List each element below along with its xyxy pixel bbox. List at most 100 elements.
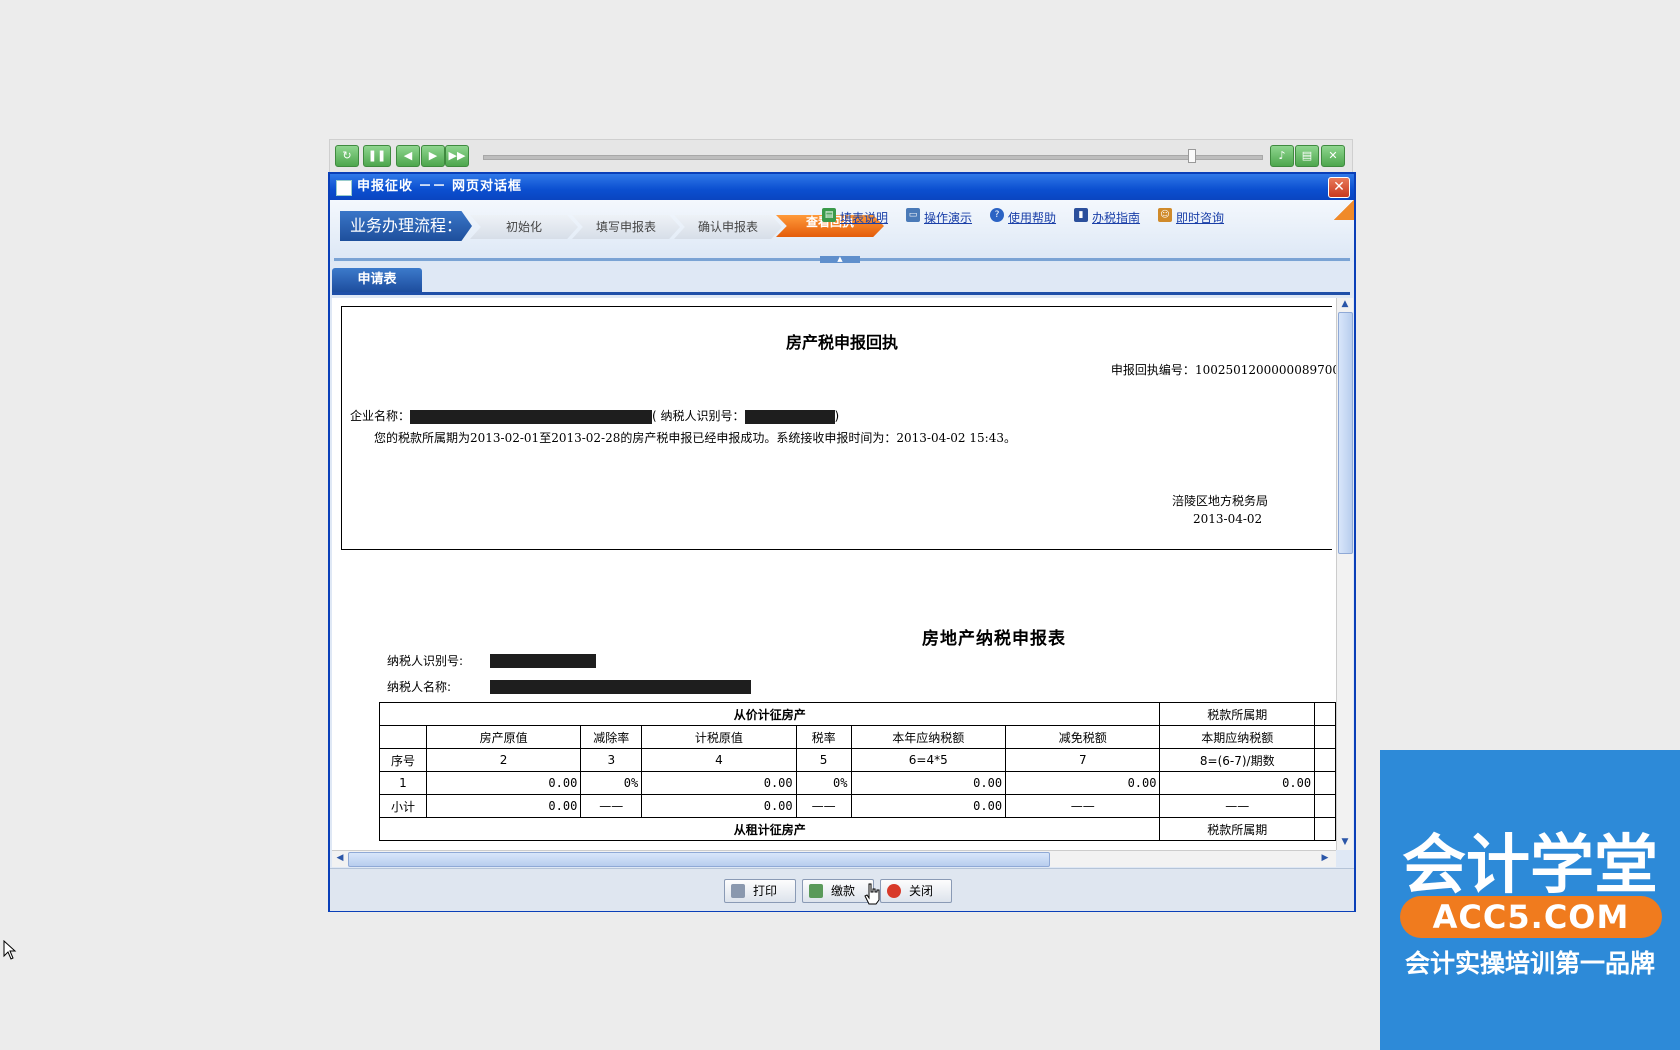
pay-button-label: 缴款 <box>831 884 856 898</box>
receipt-title: 房产税申报回执 <box>785 333 898 352</box>
flow-step-init[interactable]: 初始化 <box>470 215 578 239</box>
redacted-form-taxpayer-name <box>490 680 751 694</box>
table-cell: 小计 <box>379 794 427 818</box>
company-label: 企业名称： <box>350 409 411 423</box>
table-cell: 0.00 <box>850 771 1007 795</box>
table-cell: 2 <box>425 748 582 772</box>
close-button-label: 关闭 <box>909 884 934 898</box>
seq-header: 序号 <box>379 748 427 772</box>
prev-icon[interactable]: ◀ <box>396 145 420 167</box>
table-cell: —— <box>1159 794 1316 818</box>
payment-icon <box>809 884 823 898</box>
vertical-scrollbar[interactable]: ▲ ▼ <box>1336 298 1353 850</box>
print-button[interactable]: 打印 <box>724 879 796 903</box>
table-cell: 5 <box>795 748 852 772</box>
brand-watermark: 会计学堂 ACC5.COM 会计实操培训第一品牌 <box>1380 750 1680 1050</box>
next-icon[interactable]: ▶ <box>421 145 445 167</box>
form-taxpayer-id-label: 纳税人识别号: <box>387 654 464 668</box>
table-cell: —— <box>580 794 643 818</box>
watermark-site: ACC5.COM <box>1400 896 1662 938</box>
help-link-tax-guide[interactable]: 办税指南 <box>1092 209 1140 226</box>
close-icon[interactable]: ✕ <box>1321 145 1345 167</box>
table-cell: 1 <box>379 771 427 795</box>
table-row: 房产原值 减除率 计税原值 税率 本年应纳税额 减免税额 本期应纳税额 <box>379 725 1336 749</box>
player-toolbar: ↻ ❚❚ ◀ ▶ ▶▶ ♪ ▤ ✕ <box>329 139 1353 173</box>
period-header: 税款所属期 <box>1159 702 1316 726</box>
content-scroll-area[interactable]: 房产税申报回执 申报回执编号：1002501200000089700 企业名称：… <box>332 298 1336 850</box>
pause-icon[interactable]: ❚❚ <box>363 145 391 167</box>
table-row: 从价计征房产 税款所属期 <box>378 702 1336 726</box>
button-bar: 打印 缴款 关闭 <box>330 868 1354 911</box>
flow-step-fill[interactable]: 填写申报表 <box>572 215 680 239</box>
help-link-form-guide[interactable]: 填表说明 <box>840 209 888 226</box>
taxpayer-id-label: ( 纳税人识别号： <box>652 409 745 423</box>
table-cell: 0% <box>580 771 643 795</box>
column-header: 本年应纳税额 <box>850 725 1007 749</box>
column-header: 计税原值 <box>641 725 797 749</box>
replay-icon[interactable]: ↻ <box>335 145 359 167</box>
receipt-date: 2013-04-02 <box>1193 512 1263 526</box>
table-cell: 0.00 <box>425 794 582 818</box>
player-progress-track[interactable] <box>483 155 1263 160</box>
section-header-ad-valorem: 从价计征房产 <box>378 702 1161 726</box>
chat-icon: ☺ <box>1158 208 1172 222</box>
help-icon: ? <box>990 208 1004 222</box>
tax-bureau: 涪陵区地方税务局 <box>1172 494 1269 508</box>
table-cell: 4 <box>641 748 797 772</box>
receipt-number-label: 申报回执编号： <box>1110 363 1195 377</box>
help-link-consult[interactable]: 即时咨询 <box>1176 209 1224 226</box>
table-cell: 0% <box>795 771 852 795</box>
hand-cursor-icon <box>864 883 880 905</box>
table-cell: 6=4*5 <box>850 748 1007 772</box>
scroll-up-icon[interactable]: ▲ <box>1338 298 1352 311</box>
horizontal-scroll-thumb[interactable] <box>348 852 1050 867</box>
receipt-number: 申报回执编号：1002501200000089700 <box>1111 361 1336 378</box>
declaration-receipt: 房产税申报回执 申报回执编号：1002501200000089700 企业名称：… <box>341 306 1336 550</box>
player-progress-thumb[interactable] <box>1188 149 1196 163</box>
period-header-2: 税款所属期 <box>1159 817 1316 841</box>
collapse-handle[interactable]: ▲ <box>820 256 860 263</box>
dialog-titlebar: 申报征收 －－ 网页对话框 ✕ <box>330 174 1354 200</box>
column-header: 减除率 <box>580 725 643 749</box>
table-row: 小计 0.00 —— 0.00 —— 0.00 —— —— <box>379 794 1336 818</box>
table-cell: 0.00 <box>425 771 582 795</box>
table-cell: 0.00 <box>850 794 1007 818</box>
table-cell: 0.00 <box>641 794 797 818</box>
dialog-title: 申报征收 －－ 网页对话框 <box>357 179 523 194</box>
demo-icon: ▭ <box>906 208 920 222</box>
watermark-title: 会计学堂 <box>1402 829 1658 903</box>
dialog-close-button[interactable]: ✕ <box>1328 177 1350 198</box>
print-button-label: 打印 <box>753 884 778 898</box>
fast-forward-icon[interactable]: ▶▶ <box>445 145 469 167</box>
help-link-demo[interactable]: 操作演示 <box>924 209 972 226</box>
table-row: 从租计征房产 税款所属期 <box>378 817 1336 841</box>
column-header: 房产原值 <box>425 725 582 749</box>
form-title: 房地产纳税申报表 <box>922 629 1066 649</box>
column-header: 本期应纳税额 <box>1159 725 1316 749</box>
horizontal-scrollbar[interactable]: ◀ ▶ <box>332 850 1336 867</box>
vertical-scroll-thumb[interactable] <box>1338 312 1353 554</box>
guide-book-icon: ▮ <box>1074 208 1088 222</box>
column-header: 减免税额 <box>1005 725 1161 749</box>
close-button[interactable]: 关闭 <box>880 879 952 903</box>
save-icon[interactable]: ▤ <box>1295 145 1319 167</box>
printer-icon <box>731 884 745 898</box>
corner-marker <box>1334 200 1354 220</box>
tab-application-form[interactable]: 申请表 <box>332 268 422 292</box>
help-link-help[interactable]: 使用帮助 <box>1008 209 1056 226</box>
table-cell: —— <box>795 794 852 818</box>
receipt-number-value: 1002501200000089700 <box>1194 363 1336 377</box>
close-circle-icon <box>887 884 901 898</box>
scroll-left-icon[interactable]: ◀ <box>333 852 347 865</box>
redacted-company-name <box>410 409 653 424</box>
scroll-down-icon[interactable]: ▼ <box>1338 836 1352 849</box>
form-taxpayer-name-label: 纳税人名称: <box>387 680 452 694</box>
pointer-cursor-icon <box>3 940 17 960</box>
tab-strip: 申请表 <box>332 268 1350 295</box>
flow-step-confirm[interactable]: 确认申报表 <box>674 215 782 239</box>
volume-icon[interactable]: ♪ <box>1270 145 1294 167</box>
company-line: 企业名称： ( 纳税人识别号：) <box>350 407 839 424</box>
redacted-form-taxpayer-id <box>490 654 596 668</box>
process-flow-bar: 业务办理流程： 初始化 填写申报表 确认申报表 查看回执 ▤ 填表说明 ▭ 操作… <box>330 200 1354 263</box>
scroll-right-icon[interactable]: ▶ <box>1318 852 1332 865</box>
